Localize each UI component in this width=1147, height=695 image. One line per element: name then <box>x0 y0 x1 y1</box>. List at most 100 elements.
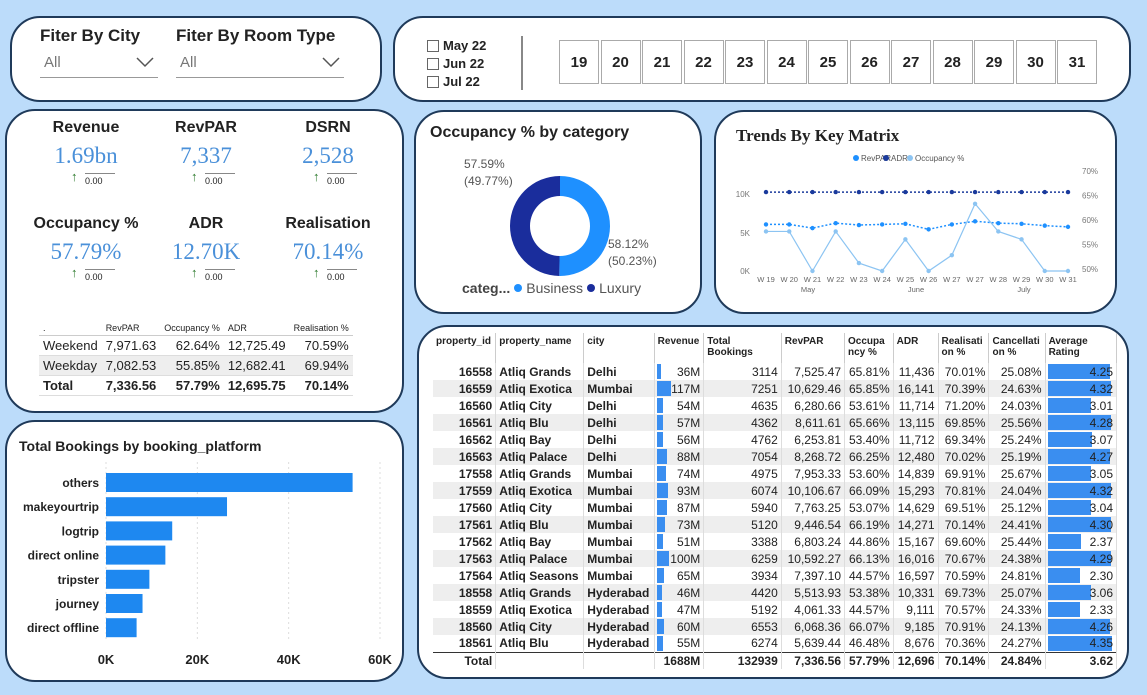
month-option[interactable]: Jul 22 <box>427 74 480 89</box>
table-cell: 53.40% <box>844 431 894 448</box>
y-tick-label: 0K <box>740 267 750 276</box>
month-option[interactable]: Jun 22 <box>427 56 484 71</box>
data-bar <box>656 517 666 532</box>
table-cell: 13,115 <box>893 414 939 431</box>
day-button[interactable]: 21 <box>642 40 682 84</box>
table-row: 16560 Atliq City Delhi 54M 4635 6,280.66 53.61… <box>433 397 1118 414</box>
data-bar <box>656 636 664 651</box>
column-header[interactable]: Realisati on % <box>938 333 990 363</box>
day-button[interactable]: 23 <box>725 40 765 84</box>
table-cell: 3.06 <box>1045 584 1118 601</box>
city-dropdown[interactable]: All <box>40 52 158 78</box>
column-header[interactable]: Cancellati on % <box>988 333 1046 363</box>
table-cell: 70.91% <box>938 618 990 635</box>
day-button[interactable]: 31 <box>1057 40 1097 84</box>
table-cell: Hyderabad <box>583 635 655 652</box>
table-cell: 24.81% <box>988 567 1046 584</box>
column-header[interactable]: city <box>583 333 655 363</box>
kpi-change: ↑ 0.00 <box>273 169 383 186</box>
table-cell: 4975 <box>703 465 782 482</box>
day-button[interactable]: 25 <box>808 40 848 84</box>
data-bar <box>1047 585 1092 600</box>
checkbox[interactable] <box>427 57 439 70</box>
month-label: May <box>801 285 815 294</box>
day-button[interactable]: 28 <box>932 40 973 84</box>
table-cell: Hyderabad <box>583 584 655 601</box>
table-cell: 5120 <box>703 516 782 533</box>
table-cell: 7054 <box>703 448 782 465</box>
table-cell: 70.39% <box>938 380 990 397</box>
column-header[interactable]: ADR <box>893 333 939 363</box>
table-cell: 57.79% <box>160 375 224 396</box>
kpi-card: ADR 12.70K ↑ 0.00 <box>151 215 261 282</box>
checkbox[interactable] <box>427 39 439 52</box>
table-cell: 132939 <box>703 651 782 669</box>
kpi-value: 70.14% <box>292 239 364 264</box>
table-cell: 44.86% <box>844 533 894 550</box>
column-header[interactable]: Revenue <box>654 333 705 363</box>
table-cell: 25.12% <box>988 499 1046 516</box>
table-row: 17562 Atliq Bay Mumbai 51M 3388 6,803.24 44.86… <box>433 533 1118 550</box>
arrow-up-icon: ↑ <box>313 265 320 280</box>
series-point-revpar <box>763 222 769 227</box>
total-row: Total 1688M 132939 7,336.56 57.79% 12,696 70.1… <box>433 651 1118 669</box>
column-header: RevPAR <box>101 321 161 336</box>
day-button[interactable]: 27 <box>891 40 931 84</box>
city-filter: Fiter By City All <box>40 26 158 78</box>
legend-luxury: Luxury <box>599 280 642 296</box>
checkbox[interactable] <box>427 75 439 88</box>
business-label: 58.12% (50.23%) <box>608 237 657 268</box>
table-cell: 24.38% <box>988 550 1046 567</box>
column-header[interactable]: property_name <box>495 333 585 363</box>
table-cell: 17561 <box>433 516 497 533</box>
day-button[interactable]: 24 <box>766 40 807 84</box>
room-dropdown[interactable]: All <box>176 52 344 78</box>
column-header[interactable]: property_id <box>433 333 497 363</box>
x-tick-label: W 29 <box>1013 275 1031 284</box>
table-cell: Mumbai <box>583 499 655 516</box>
day-button[interactable]: 19 <box>559 40 599 84</box>
table-cell: 5940 <box>703 499 782 516</box>
table-cell: 88M <box>654 448 705 465</box>
room-dropdown-value: All <box>180 54 197 71</box>
kpi-card: RevPAR 7,337 ↑ 0.00 <box>151 119 261 186</box>
series-point-revpar <box>1065 224 1071 230</box>
kpi-change-value: 0.00 <box>205 269 235 282</box>
table-cell: 53.07% <box>844 499 894 516</box>
table-cell: 57M <box>654 414 705 431</box>
day-button[interactable]: 29 <box>974 40 1014 84</box>
day-button[interactable]: 30 <box>1015 40 1056 84</box>
data-bar <box>656 551 669 566</box>
table-cell: 9,446.54 <box>781 516 846 533</box>
day-button[interactable]: 22 <box>683 40 724 84</box>
series-point-occupancy <box>949 252 955 258</box>
trends-title: Trends By Key Matrix <box>736 126 900 145</box>
table-cell: 17564 <box>433 567 497 584</box>
series-point-revpar <box>949 222 955 227</box>
table-cell: 24.13% <box>988 618 1046 635</box>
column-header[interactable]: Average Rating <box>1045 333 1118 363</box>
arrow-up-icon: ↑ <box>191 169 198 184</box>
month-option[interactable]: May 22 <box>427 38 486 53</box>
table-cell: 16561 <box>433 414 497 431</box>
table-cell: 4635 <box>703 397 782 414</box>
table-cell: Delhi <box>583 397 655 414</box>
series-point-occupancy <box>996 229 1001 234</box>
table-cell: 16,597 <box>893 567 939 584</box>
table-cell: 69.94% <box>289 355 353 376</box>
table-cell: Delhi <box>583 431 655 448</box>
column-header[interactable]: RevPAR <box>781 333 846 363</box>
x-tick-label: W 21 <box>804 275 822 284</box>
column-header[interactable]: Total Bookings <box>703 333 782 363</box>
table-cell: 9,111 <box>893 601 939 618</box>
day-button[interactable]: 26 <box>849 40 890 84</box>
column-header[interactable]: Occupa ncy % <box>844 333 894 363</box>
trends-chart: RevPAR ADR Occupancy %10K5K0K70%65%60%55%5… <box>736 154 1098 294</box>
series-point-adr <box>996 189 1001 195</box>
legend-label: ADR <box>891 154 908 163</box>
table-cell: 6,803.24 <box>781 533 846 550</box>
table-row: 17564 Atliq Seasons Mumbai 65M 3934 7,397.10 4… <box>433 567 1118 584</box>
table-cell: 6553 <box>703 618 782 635</box>
day-button[interactable]: 20 <box>600 40 641 84</box>
table-row: 18558 Atliq Grands Hyderabad 46M 4420 5,513.9… <box>433 584 1118 601</box>
